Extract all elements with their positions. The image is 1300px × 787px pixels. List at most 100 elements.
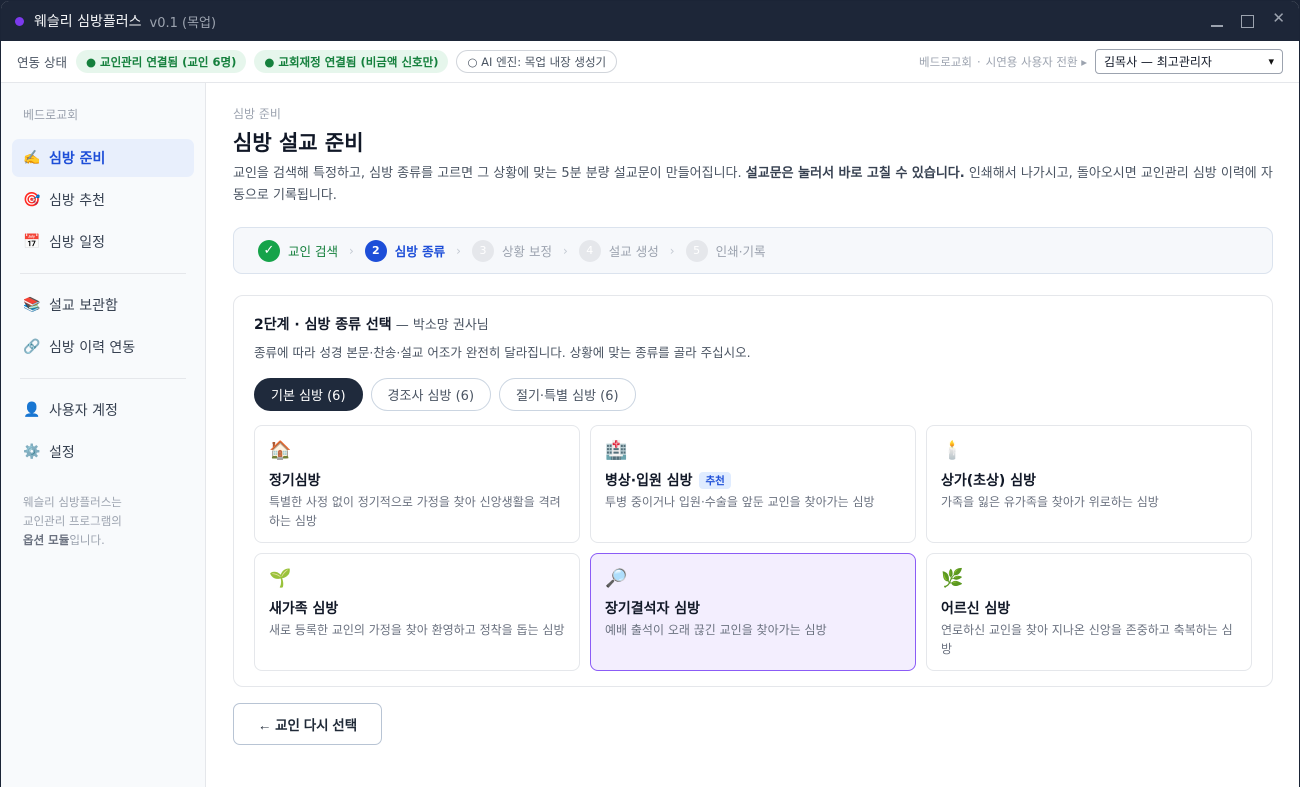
- visit-card-funeral[interactable]: 🕯️ 상가(초상) 심방 가족을 잃은 유가족을 찾아가 위로하는 심방: [926, 425, 1252, 543]
- sidebar-item-settings[interactable]: ⚙️ 설정: [12, 433, 194, 471]
- sidebar-item-sermon-archive[interactable]: 📚 설교 보관함: [12, 286, 194, 324]
- user-icon: 👤: [23, 402, 41, 418]
- sidebar-item-label: 심방 이력 연동: [49, 340, 136, 356]
- step-number: 2: [364, 239, 387, 262]
- app-logo-dot: [15, 16, 24, 26]
- step-separator: ›: [348, 243, 354, 258]
- reselect-member-button[interactable]: ← 교인 다시 선택: [233, 703, 382, 745]
- step-sermon-generate: 4 설교 생성: [578, 239, 659, 262]
- user-switch-label: 시연용 사용자 전환 ▸: [985, 54, 1087, 69]
- hospital-icon: 🏥: [605, 440, 628, 461]
- card-title: 장기결석자 심방: [605, 601, 701, 617]
- title-bar: 웨슬리 심방플러스 v0.1 (목업) ✕: [1, 1, 1299, 41]
- house-icon: 🏠: [269, 440, 292, 461]
- sidebar-item-history-sync[interactable]: 🔗 심방 이력 연동: [12, 328, 194, 366]
- visit-type-grid: 🏠 정기심방 특별한 사정 없이 정기적으로 가정을 찾아 신앙생활을 격려하는…: [254, 425, 1252, 671]
- app-window: 웨슬리 심방플러스 v0.1 (목업) ✕ 연동 상태 ● 교인관리 연결됨 (…: [1, 1, 1299, 787]
- step-label: 설교 생성: [608, 244, 659, 259]
- card-title: 어르신 심방: [941, 601, 1011, 617]
- calendar-icon: 📅: [23, 234, 41, 250]
- sidebar-note-line: 웨슬리 심방플러스는: [23, 495, 122, 509]
- user-select-value: 김목사 — 최고관리자: [1104, 55, 1212, 69]
- sidebar-note-line: 교인관리 프로그램의: [23, 514, 122, 528]
- step-label: 교인 검색: [288, 244, 338, 259]
- visit-type-panel: 2단계 · 심방 종류 선택 — 박소망 권사님 종류에 따라 성경 본문·찬송…: [233, 295, 1273, 687]
- step-number: 3: [471, 239, 494, 262]
- books-icon: 📚: [23, 297, 41, 313]
- status-label: 연동 상태: [17, 55, 67, 70]
- tab-occasion-visit[interactable]: 경조사 심방 (6): [370, 378, 492, 411]
- sidebar-item-label: 심방 추천: [49, 193, 105, 209]
- card-title: 정기심방: [269, 473, 321, 489]
- target-icon: 🎯: [23, 192, 41, 208]
- card-title: 상가(초상) 심방: [941, 473, 1036, 489]
- step-separator: ›: [562, 243, 568, 258]
- sidebar-item-label: 설교 보관함: [49, 298, 118, 314]
- card-description: 투병 중이거나 입원·수술을 앞둔 교인을 찾아가는 심방: [605, 495, 875, 509]
- panel-description: 종류에 따라 성경 본문·찬송·설교 어조가 완전히 달라집니다. 상황에 맞는…: [254, 345, 751, 360]
- writing-hand-icon: ✍️: [23, 150, 41, 166]
- sidebar-item-visit-schedule[interactable]: 📅 심방 일정: [12, 223, 194, 261]
- card-title: 병상·입원 심방 추천: [605, 470, 901, 490]
- step-label: 인쇄·기록: [715, 244, 766, 259]
- close-icon[interactable]: ✕: [1272, 10, 1285, 26]
- step-print-record: 5 인쇄·기록: [685, 239, 766, 262]
- breadcrumb: 심방 준비: [233, 107, 281, 121]
- stepper: ✓ 교인 검색 › 2 심방 종류 › 3 상황 보정 › 4 설교 생성 › …: [233, 227, 1273, 274]
- status-pill-ai: ○ AI 엔진: 목업 내장 생성기: [456, 50, 618, 73]
- sidebar-item-label: 심방 일정: [49, 235, 105, 251]
- step-visit-type[interactable]: 2 심방 종류: [364, 239, 446, 262]
- sidebar-church: 베드로교회: [23, 108, 79, 122]
- sidebar-note-bold: 옵션 모듈: [23, 533, 70, 547]
- status-sep: ·: [976, 54, 981, 69]
- step-situation-adjust: 3 상황 보정: [471, 239, 552, 262]
- sidebar-item-visit-prep[interactable]: ✍️ 심방 준비: [12, 139, 194, 177]
- sidebar-item-user-accounts[interactable]: 👤 사용자 계정: [12, 391, 194, 429]
- app-version: v0.1 (목업): [149, 15, 217, 31]
- sidebar-divider: [20, 273, 186, 274]
- main-content: 심방 준비 심방 설교 준비 교인을 검색해 특정하고, 심방 종류를 고르면 …: [206, 83, 1299, 787]
- herb-icon: 🌿: [941, 568, 964, 589]
- card-description: 새로 등록한 교인의 가정을 찾아 환영하고 정착을 돕는 심방: [269, 623, 565, 637]
- visit-card-hospital[interactable]: 🏥 병상·입원 심방 추천 투병 중이거나 입원·수술을 앞둔 교인을 찾아가는 …: [590, 425, 916, 543]
- sidebar-divider: [20, 378, 186, 379]
- card-title-text: 병상·입원 심방: [605, 473, 693, 489]
- maximize-icon[interactable]: [1241, 14, 1255, 28]
- tab-season-visit[interactable]: 절기·특별 심방 (6): [499, 378, 636, 411]
- panel-member-name: — 박소망 권사님: [391, 318, 489, 333]
- card-title: 새가족 심방: [269, 601, 339, 617]
- candle-icon: 🕯️: [941, 440, 964, 461]
- sidebar: 베드로교회 ✍️ 심방 준비 🎯 심방 추천 📅 심방 일정 📚 설교 보관함 …: [1, 83, 206, 787]
- visit-card-new-family[interactable]: 🌱 새가족 심방 새로 등록한 교인의 가정을 찾아 환영하고 정착을 돕는 심…: [254, 553, 580, 671]
- panel-title: 2단계 · 심방 종류 선택 — 박소망 권사님: [254, 314, 1252, 334]
- chevron-down-icon: ▾: [1268, 55, 1274, 68]
- card-description: 연로하신 교인을 찾아 지나온 신앙을 존중하고 축복하는 심방: [941, 623, 1233, 656]
- link-icon: 🔗: [23, 339, 41, 355]
- sidebar-item-visit-recommend[interactable]: 🎯 심방 추천: [12, 181, 194, 219]
- sidebar-note: 웨슬리 심방플러스는 교인관리 프로그램의 옵션 모듈입니다.: [12, 493, 194, 550]
- check-icon: ✓: [258, 239, 280, 262]
- sidebar-note-tail: 입니다.: [69, 533, 105, 547]
- step-separator: ›: [456, 243, 461, 258]
- visit-card-elderly[interactable]: 🌿 어르신 심방 연로하신 교인을 찾아 지나온 신앙을 존중하고 축복하는 심…: [926, 553, 1252, 671]
- app-name: 웨슬리 심방플러스: [34, 14, 142, 30]
- step-member-search[interactable]: ✓ 교인 검색: [258, 239, 338, 262]
- status-church: 베드로교회: [919, 54, 972, 69]
- sidebar-item-label: 사용자 계정: [49, 403, 118, 419]
- tab-basic-visit[interactable]: 기본 심방 (6): [254, 378, 363, 411]
- visit-category-tabs: 기본 심방 (6) 경조사 심방 (6) 절기·특별 심방 (6): [254, 378, 1252, 411]
- card-description: 특별한 사정 없이 정기적으로 가정을 찾아 신앙생활을 격려하는 심방: [269, 495, 561, 528]
- user-select[interactable]: 김목사 — 최고관리자 ▾: [1095, 49, 1283, 74]
- desc-bold: 설교문은 눌러서 바로 고칠 수 있습니다.: [745, 166, 965, 181]
- visit-card-long-absent[interactable]: 🔎 장기결석자 심방 예배 출석이 오래 끊긴 교인을 찾아가는 심방: [590, 553, 916, 671]
- seedling-icon: 🌱: [269, 568, 292, 589]
- page-description: 교인을 검색해 특정하고, 심방 종류를 고르면 그 상황에 맞는 5분 분량 …: [233, 163, 1273, 207]
- gear-icon: ⚙️: [23, 444, 41, 460]
- user-switch-area: 베드로교회 · 시연용 사용자 전환 ▸ 김목사 — 최고관리자 ▾: [919, 49, 1283, 74]
- visit-card-regular[interactable]: 🏠 정기심방 특별한 사정 없이 정기적으로 가정을 찾아 신앙생활을 격려하는…: [254, 425, 580, 543]
- magnifier-icon: 🔎: [605, 568, 628, 589]
- card-description: 가족을 잃은 유가족을 찾아가 위로하는 심방: [941, 495, 1159, 509]
- step-label: 심방 종류: [394, 244, 446, 259]
- status-bar: 연동 상태 ● 교인관리 연결됨 (교인 6명) ● 교회재정 연결됨 (비금액…: [1, 41, 1299, 83]
- minimize-icon[interactable]: [1211, 25, 1224, 27]
